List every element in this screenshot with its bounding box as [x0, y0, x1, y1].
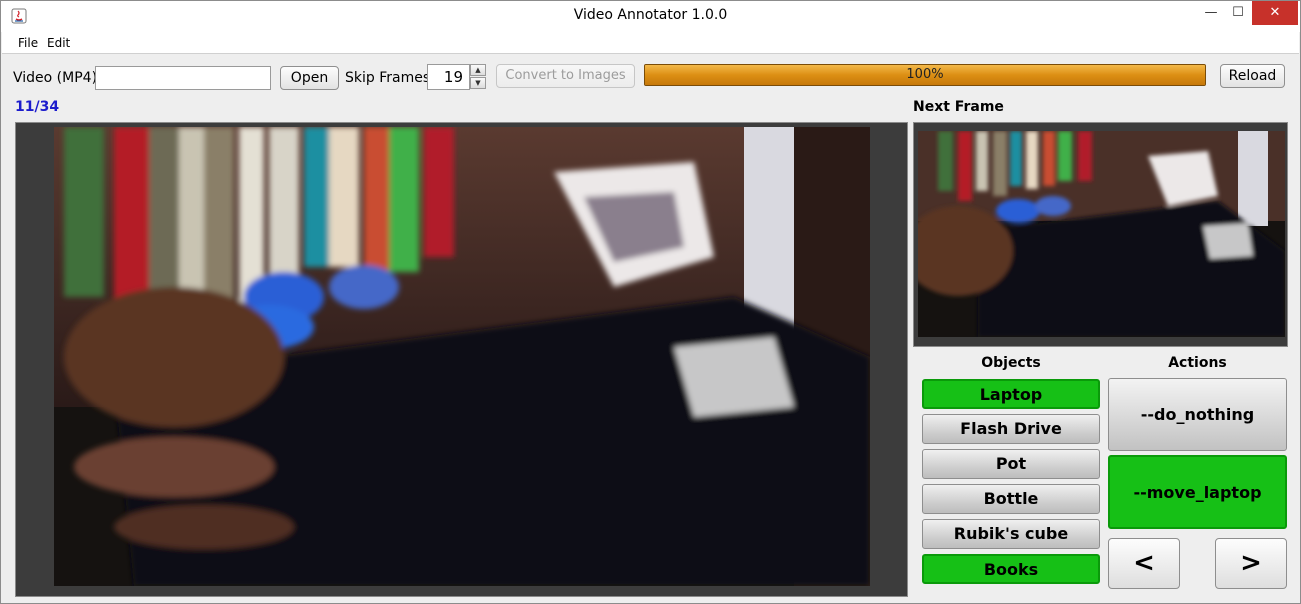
window-title: Video Annotator 1.0.0: [573, 7, 728, 23]
video-label: Video (MP4): [13, 70, 98, 86]
object-button-pot[interactable]: Pot: [922, 449, 1100, 479]
maximize-button[interactable]: ☐: [1225, 1, 1251, 25]
title-bar: Video Annotator 1.0.0 — ☐ ✕: [1, 1, 1300, 32]
menu-file[interactable]: File: [18, 36, 38, 50]
object-button-rubik-s-cube[interactable]: Rubik's cube: [922, 519, 1100, 549]
progress-text: 100%: [906, 67, 944, 82]
skip-frames-label: Skip Frames: [345, 70, 431, 86]
minimize-button[interactable]: —: [1198, 1, 1224, 25]
actions-heading: Actions: [1168, 355, 1227, 371]
next-frame-panel: [913, 122, 1288, 347]
action-button-do-nothing[interactable]: --do_nothing: [1108, 378, 1287, 451]
spinner-down-icon[interactable]: ▼: [470, 77, 486, 89]
reload-button[interactable]: Reload: [1220, 64, 1285, 88]
object-button-flash-drive[interactable]: Flash Drive: [922, 414, 1100, 444]
current-frame-panel: [15, 122, 908, 597]
skip-frames-input[interactable]: 19: [427, 64, 470, 90]
spinner-up-icon[interactable]: ▲: [470, 64, 486, 76]
next-frame-label: Next Frame: [913, 99, 1004, 115]
object-button-books[interactable]: Books: [922, 554, 1100, 584]
objects-heading: Objects: [981, 355, 1041, 371]
close-button[interactable]: ✕: [1252, 1, 1298, 25]
next-frame-image: [918, 131, 1285, 337]
next-frame-button[interactable]: >: [1215, 538, 1287, 589]
frame-counter: 11/34: [15, 99, 60, 115]
action-button-move-laptop[interactable]: --move_laptop: [1108, 455, 1287, 529]
progress-bar: 100%: [644, 64, 1206, 86]
video-path-input[interactable]: [95, 66, 271, 90]
object-button-laptop[interactable]: Laptop: [922, 379, 1100, 409]
object-button-bottle[interactable]: Bottle: [922, 484, 1100, 514]
convert-to-images-button[interactable]: Convert to Images: [496, 64, 635, 88]
app-window: Video Annotator 1.0.0 — ☐ ✕ File Edit Vi…: [0, 0, 1301, 604]
previous-frame-button[interactable]: <: [1108, 538, 1180, 589]
open-button[interactable]: Open: [280, 66, 339, 90]
menu-edit[interactable]: Edit: [47, 36, 70, 50]
menu-bar: File Edit: [2, 32, 1299, 54]
main-content: Video (MP4) Open Skip Frames 19 ▲ ▼ Conv…: [2, 55, 1299, 601]
current-frame-image: [54, 127, 870, 586]
